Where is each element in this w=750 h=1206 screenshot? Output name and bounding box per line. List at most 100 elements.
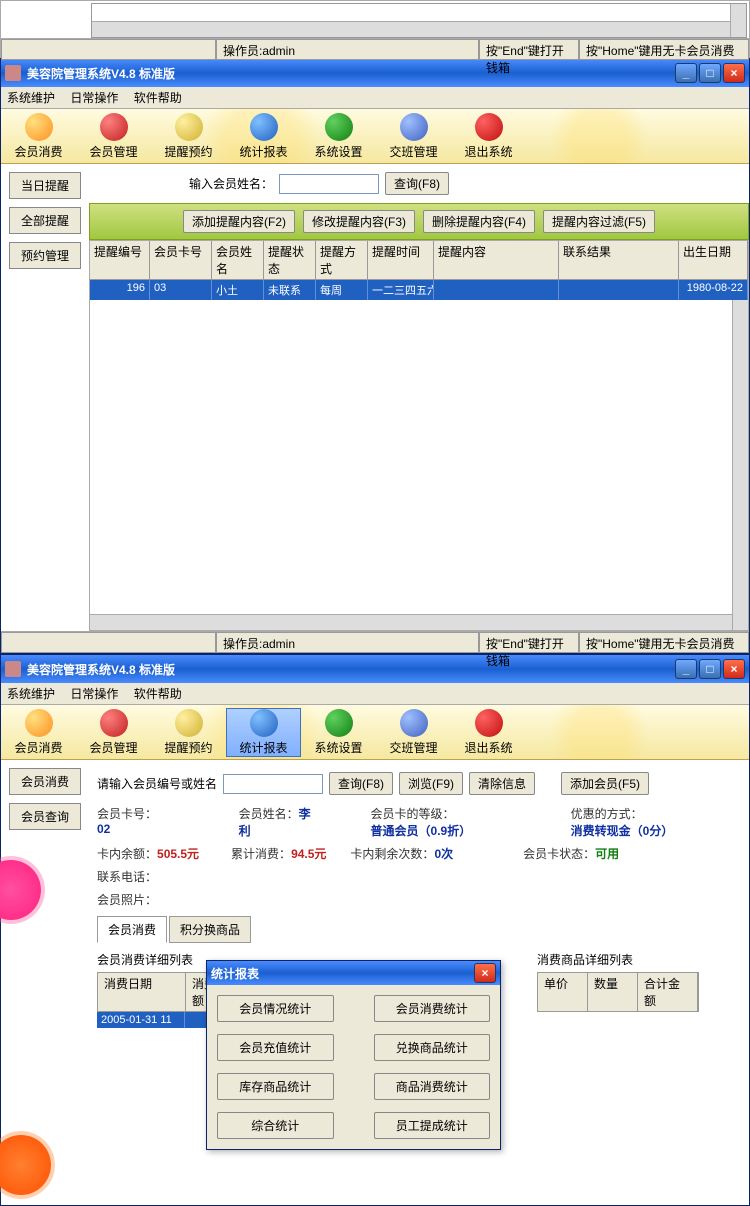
grid-header-row: 提醒编号 会员卡号 会员姓名 提醒状态 提醒方式 提醒时间 提醒内容 联系结果 … bbox=[90, 241, 748, 280]
scrollbar-horizontal[interactable] bbox=[90, 614, 732, 630]
menu-help[interactable]: 软件帮助 bbox=[134, 687, 182, 701]
toolbar-consume[interactable]: 会员消费 bbox=[1, 113, 76, 160]
maximize-button[interactable]: □ bbox=[699, 63, 721, 83]
tab-consume[interactable]: 会员消费 bbox=[97, 916, 167, 943]
toolbar-exit[interactable]: 退出系统 bbox=[451, 113, 526, 160]
sidebar-appointment[interactable]: 预约管理 bbox=[9, 242, 81, 269]
add-member-button[interactable]: 添加会员(F5) bbox=[561, 772, 649, 795]
level-label: 会员卡的等级： bbox=[371, 807, 455, 821]
titlebar[interactable]: 美容院管理系统V4.8 标准版 _ □ × bbox=[1, 59, 749, 87]
stats-commission-button[interactable]: 员工提成统计 bbox=[374, 1112, 491, 1139]
col-birth[interactable]: 出生日期 bbox=[679, 241, 748, 279]
photo-label: 会员照片： bbox=[97, 893, 157, 907]
exit-icon bbox=[475, 113, 503, 141]
scrollbar-horizontal[interactable] bbox=[92, 21, 730, 37]
toolbar-remind[interactable]: 提醒预约 bbox=[151, 709, 226, 756]
col-method[interactable]: 提醒方式 bbox=[316, 241, 368, 279]
sidebar-today-remind[interactable]: 当日提醒 bbox=[9, 172, 81, 199]
dialog-titlebar[interactable]: 统计报表 × bbox=[207, 961, 500, 985]
menu-help[interactable]: 软件帮助 bbox=[134, 91, 182, 105]
browse-button[interactable]: 浏览(F9) bbox=[399, 772, 463, 795]
menu-daily[interactable]: 日常操作 bbox=[70, 687, 118, 701]
toolbar-settings[interactable]: 系统设置 bbox=[301, 113, 376, 160]
toolbar-stats[interactable]: 统计报表 bbox=[226, 113, 301, 160]
cell-card: 03 bbox=[150, 280, 212, 300]
disc-value: 消费转现金（0分） bbox=[571, 824, 674, 838]
minimize-button[interactable]: _ bbox=[675, 659, 697, 679]
stats-member-consume-button[interactable]: 会员消费统计 bbox=[374, 995, 491, 1022]
stats-exchange-button[interactable]: 兑换商品统计 bbox=[374, 1034, 491, 1061]
status-hint-end: 按"End"键打开钱箱 bbox=[479, 632, 579, 653]
sidebar-all-remind[interactable]: 全部提醒 bbox=[9, 207, 81, 234]
toolbar-member[interactable]: 会员管理 bbox=[76, 709, 151, 756]
sidebar-consume[interactable]: 会员消费 bbox=[9, 768, 81, 795]
menu-system[interactable]: 系统维护 bbox=[7, 687, 55, 701]
query-button[interactable]: 查询(F8) bbox=[385, 172, 449, 195]
stats-overall-button[interactable]: 综合统计 bbox=[217, 1112, 334, 1139]
status-value: 可用 bbox=[595, 847, 619, 861]
toolbar-stats[interactable]: 统计报表 bbox=[226, 708, 301, 757]
name-label: 会员姓名： bbox=[239, 807, 299, 821]
add-remind-button[interactable]: 添加提醒内容(F2) bbox=[183, 210, 295, 233]
col-time[interactable]: 提醒时间 bbox=[368, 241, 434, 279]
col-price[interactable]: 单价 bbox=[538, 973, 588, 1011]
col-status[interactable]: 提醒状态 bbox=[264, 241, 316, 279]
dialog-title: 统计报表 bbox=[211, 965, 472, 982]
stats-product-consume-button[interactable]: 商品消费统计 bbox=[374, 1073, 491, 1100]
close-button[interactable]: × bbox=[723, 63, 745, 83]
col-result[interactable]: 联系结果 bbox=[559, 241, 679, 279]
toolbar-member[interactable]: 会员管理 bbox=[76, 113, 151, 160]
col-date[interactable]: 消费日期 bbox=[98, 973, 186, 1011]
col-total[interactable]: 合计金额 bbox=[638, 973, 698, 1011]
scrollbar-vertical[interactable] bbox=[730, 4, 746, 37]
toolbar-consume[interactable]: 会员消费 bbox=[1, 709, 76, 756]
toolbar-exit[interactable]: 退出系统 bbox=[451, 709, 526, 756]
toolbar: 会员消费 会员管理 提醒预约 统计报表 系统设置 交班管理 退出系统 bbox=[1, 109, 749, 164]
query-button[interactable]: 查询(F8) bbox=[329, 772, 393, 795]
action-row: 添加提醒内容(F2) 修改提醒内容(F3) 删除提醒内容(F4) 提醒内容过滤(… bbox=[89, 203, 749, 240]
toolbar-remind[interactable]: 提醒预约 bbox=[151, 113, 226, 160]
toolbar-settings[interactable]: 系统设置 bbox=[301, 709, 376, 756]
status-bar: 操作员:admin 按"End"键打开钱箱 按"Home"键用无卡会员消费 bbox=[1, 38, 749, 60]
tab-exchange[interactable]: 积分换商品 bbox=[169, 916, 251, 943]
app-icon bbox=[5, 65, 21, 81]
menu-daily[interactable]: 日常操作 bbox=[70, 91, 118, 105]
search-input[interactable] bbox=[279, 174, 379, 194]
maximize-button[interactable]: □ bbox=[699, 659, 721, 679]
toolbar-shift[interactable]: 交班管理 bbox=[376, 113, 451, 160]
close-button[interactable]: × bbox=[723, 659, 745, 679]
menu-system[interactable]: 系统维护 bbox=[7, 91, 55, 105]
stats-dialog: 统计报表 × 会员情况统计 会员消费统计 会员充值统计 兑换商品统计 库存商品统… bbox=[206, 960, 501, 1150]
stats-inventory-button[interactable]: 库存商品统计 bbox=[217, 1073, 334, 1100]
level-value: 普通会员（0.9折） bbox=[371, 824, 472, 838]
col-id[interactable]: 提醒编号 bbox=[90, 241, 150, 279]
edit-remind-button[interactable]: 修改提醒内容(F3) bbox=[303, 210, 415, 233]
calendar-icon bbox=[175, 709, 203, 737]
stats-member-info-button[interactable]: 会员情况统计 bbox=[217, 995, 334, 1022]
search-row: 输入会员姓名： 查询(F8) bbox=[89, 164, 749, 203]
col-name[interactable]: 会员姓名 bbox=[212, 241, 264, 279]
minimize-button[interactable]: _ bbox=[675, 63, 697, 83]
cell-date: 2005-01-31 11 bbox=[97, 1012, 185, 1028]
content-area: 输入会员姓名： 查询(F8) 添加提醒内容(F2) 修改提醒内容(F3) 删除提… bbox=[89, 164, 749, 631]
dialog-close-button[interactable]: × bbox=[474, 963, 496, 983]
grid-body bbox=[90, 300, 748, 630]
col-card[interactable]: 会员卡号 bbox=[150, 241, 212, 279]
delete-remind-button[interactable]: 删除提醒内容(F4) bbox=[423, 210, 535, 233]
titlebar[interactable]: 美容院管理系统V4.8 标准版 _ □ × bbox=[1, 655, 749, 683]
status-hint-home: 按"Home"键用无卡会员消费 bbox=[579, 39, 749, 60]
status-bar: 操作员:admin 按"End"键打开钱箱 按"Home"键用无卡会员消费 bbox=[1, 631, 749, 653]
clear-button[interactable]: 清除信息 bbox=[469, 772, 535, 795]
filter-remind-button[interactable]: 提醒内容过滤(F5) bbox=[543, 210, 655, 233]
sidebar-query[interactable]: 会员查询 bbox=[9, 803, 81, 830]
balance-value: 505.5元 bbox=[157, 847, 199, 861]
col-qty[interactable]: 数量 bbox=[588, 973, 638, 1011]
col-content[interactable]: 提醒内容 bbox=[434, 241, 559, 279]
window-title: 美容院管理系统V4.8 标准版 bbox=[27, 65, 673, 82]
stats-recharge-button[interactable]: 会员充值统计 bbox=[217, 1034, 334, 1061]
member-id-input[interactable] bbox=[223, 774, 323, 794]
disc-label: 优惠的方式： bbox=[571, 807, 643, 821]
table-row[interactable]: 196 03 小土 未联系 每周 一二三四五六七 1980-08-22 bbox=[90, 280, 748, 300]
scrollbar-vertical[interactable] bbox=[732, 300, 748, 630]
toolbar-shift[interactable]: 交班管理 bbox=[376, 709, 451, 756]
